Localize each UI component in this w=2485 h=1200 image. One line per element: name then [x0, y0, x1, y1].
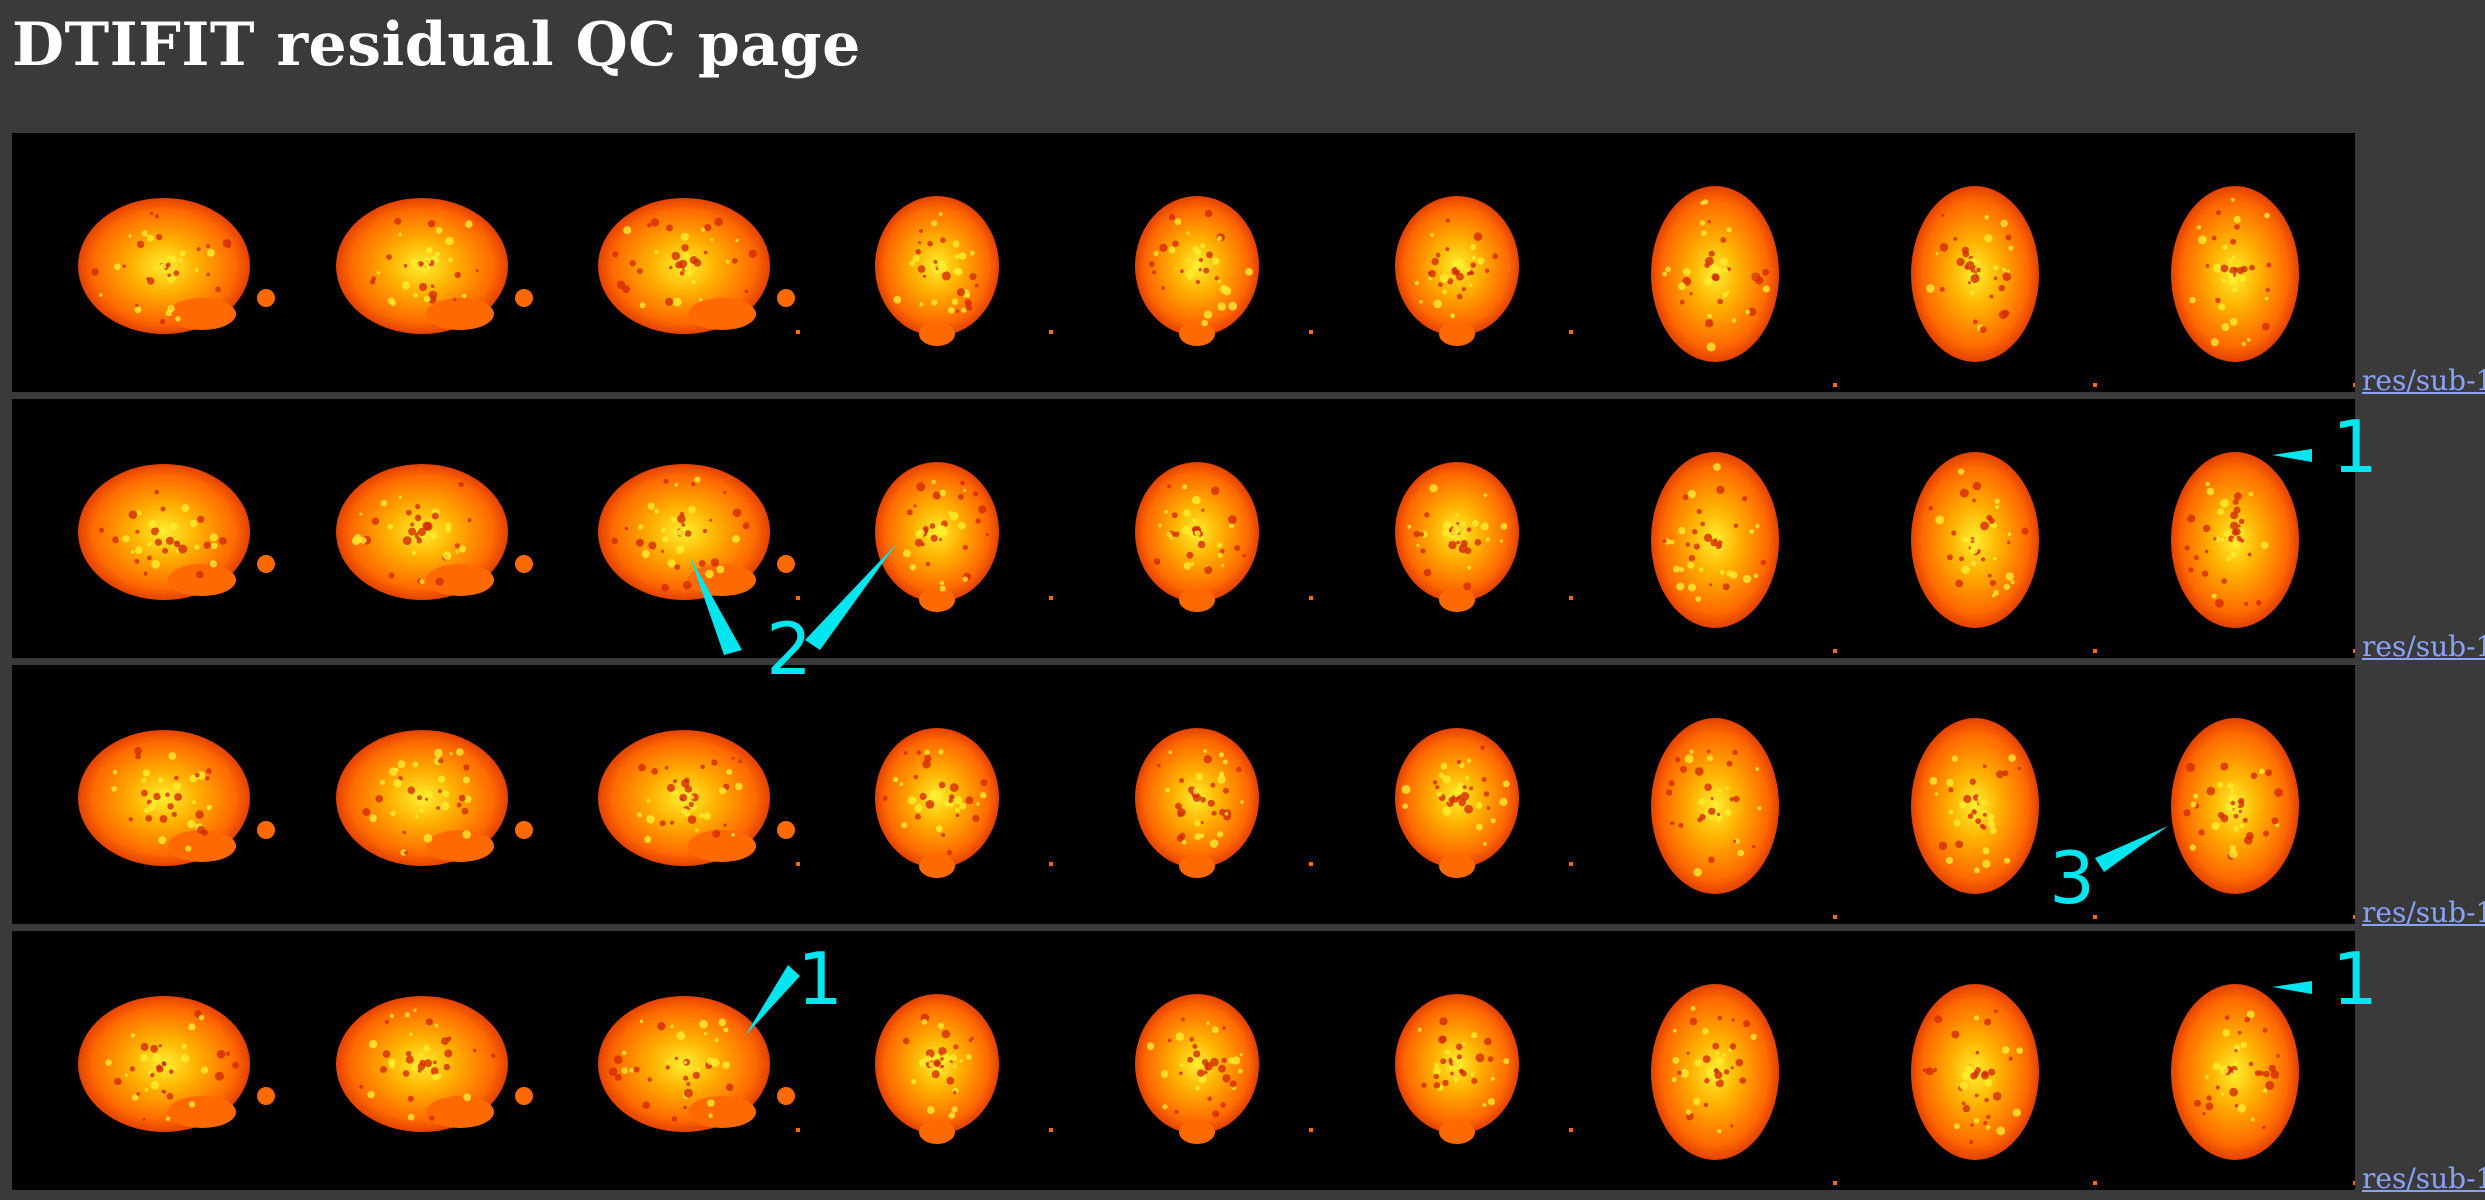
- marker-dot: [1309, 596, 1313, 600]
- axial-slice: [1651, 186, 1779, 362]
- marker-dot: [1049, 1128, 1053, 1132]
- slice-montage: [78, 984, 2355, 1185]
- sagittal-slice: [78, 730, 275, 866]
- coronal-slice: [1135, 994, 1259, 1144]
- axial-slice: [2171, 718, 2299, 894]
- axial-slice: [1651, 984, 1779, 1160]
- marker-dot: [2093, 915, 2097, 919]
- subject-link[interactable]: res/sub-1C: [2362, 1162, 2485, 1195]
- axial-slice: [1911, 186, 2039, 362]
- axial-slice: [2171, 452, 2299, 628]
- marker-dot: [796, 1128, 800, 1132]
- sagittal-slice: [78, 464, 275, 600]
- marker-dot: [1049, 862, 1053, 866]
- qc-row-4: [12, 931, 2355, 1190]
- coronal-slice: [875, 994, 999, 1144]
- marker-dot: [2093, 383, 2097, 387]
- marker-dot: [1049, 596, 1053, 600]
- marker-dot: [2353, 649, 2355, 653]
- marker-dot: [1569, 1128, 1573, 1132]
- sagittal-slice: [598, 464, 795, 600]
- axial-slice: [1911, 718, 2039, 894]
- slice-montage: [78, 718, 2355, 919]
- coronal-slice: [875, 728, 999, 878]
- marker-dot: [796, 596, 800, 600]
- marker-dot: [2353, 915, 2355, 919]
- marker-dot: [2093, 649, 2097, 653]
- sagittal-slice: [598, 198, 795, 334]
- marker-dot: [796, 862, 800, 866]
- marker-dot: [796, 330, 800, 334]
- qc-row-2: [12, 399, 2355, 658]
- coronal-slice: [875, 462, 999, 612]
- qc-row-3: [12, 665, 2355, 924]
- sagittal-slice: [336, 198, 533, 334]
- sagittal-slice: [78, 198, 275, 334]
- marker-dot: [1309, 1128, 1313, 1132]
- marker-dot: [1833, 383, 1837, 387]
- coronal-slice: [1135, 728, 1259, 878]
- coronal-slice: [875, 196, 999, 346]
- sagittal-slice: [78, 996, 275, 1132]
- marker-dot: [1309, 330, 1313, 334]
- marker-dot: [2093, 1181, 2097, 1185]
- axial-slice: [1911, 984, 2039, 1160]
- coronal-slice: [1395, 196, 1519, 346]
- sagittal-slice: [336, 464, 533, 600]
- marker-dot: [1569, 862, 1573, 866]
- marker-dot: [1833, 649, 1837, 653]
- subject-link[interactable]: res/sub-1C: [2362, 896, 2485, 929]
- coronal-slice: [1135, 196, 1259, 346]
- marker-dot: [1833, 915, 1837, 919]
- subject-link[interactable]: res/sub-1C: [2362, 630, 2485, 663]
- marker-dot: [1049, 330, 1053, 334]
- axial-slice: [1911, 452, 2039, 628]
- marker-dot: [1833, 1181, 1837, 1185]
- sagittal-slice: [336, 996, 533, 1132]
- coronal-slice: [1135, 462, 1259, 612]
- subject-link[interactable]: res/sub-1C: [2362, 364, 2485, 397]
- sagittal-slice: [336, 730, 533, 866]
- axial-slice: [1651, 452, 1779, 628]
- marker-dot: [1309, 862, 1313, 866]
- axial-slice: [1651, 718, 1779, 894]
- coronal-slice: [1395, 728, 1519, 878]
- slice-montage: [78, 186, 2355, 387]
- marker-dot: [2353, 383, 2355, 387]
- marker-dot: [2353, 1181, 2355, 1185]
- coronal-slice: [1395, 462, 1519, 612]
- qc-row-1: [12, 133, 2355, 392]
- axial-slice: [2171, 186, 2299, 362]
- marker-dot: [1569, 596, 1573, 600]
- marker-dot: [1569, 330, 1573, 334]
- slice-montage: [78, 452, 2355, 653]
- page-title: DTIFIT residual QC page: [12, 10, 861, 80]
- sagittal-slice: [598, 996, 795, 1132]
- axial-slice: [2171, 984, 2299, 1160]
- coronal-slice: [1395, 994, 1519, 1144]
- sagittal-slice: [598, 730, 795, 866]
